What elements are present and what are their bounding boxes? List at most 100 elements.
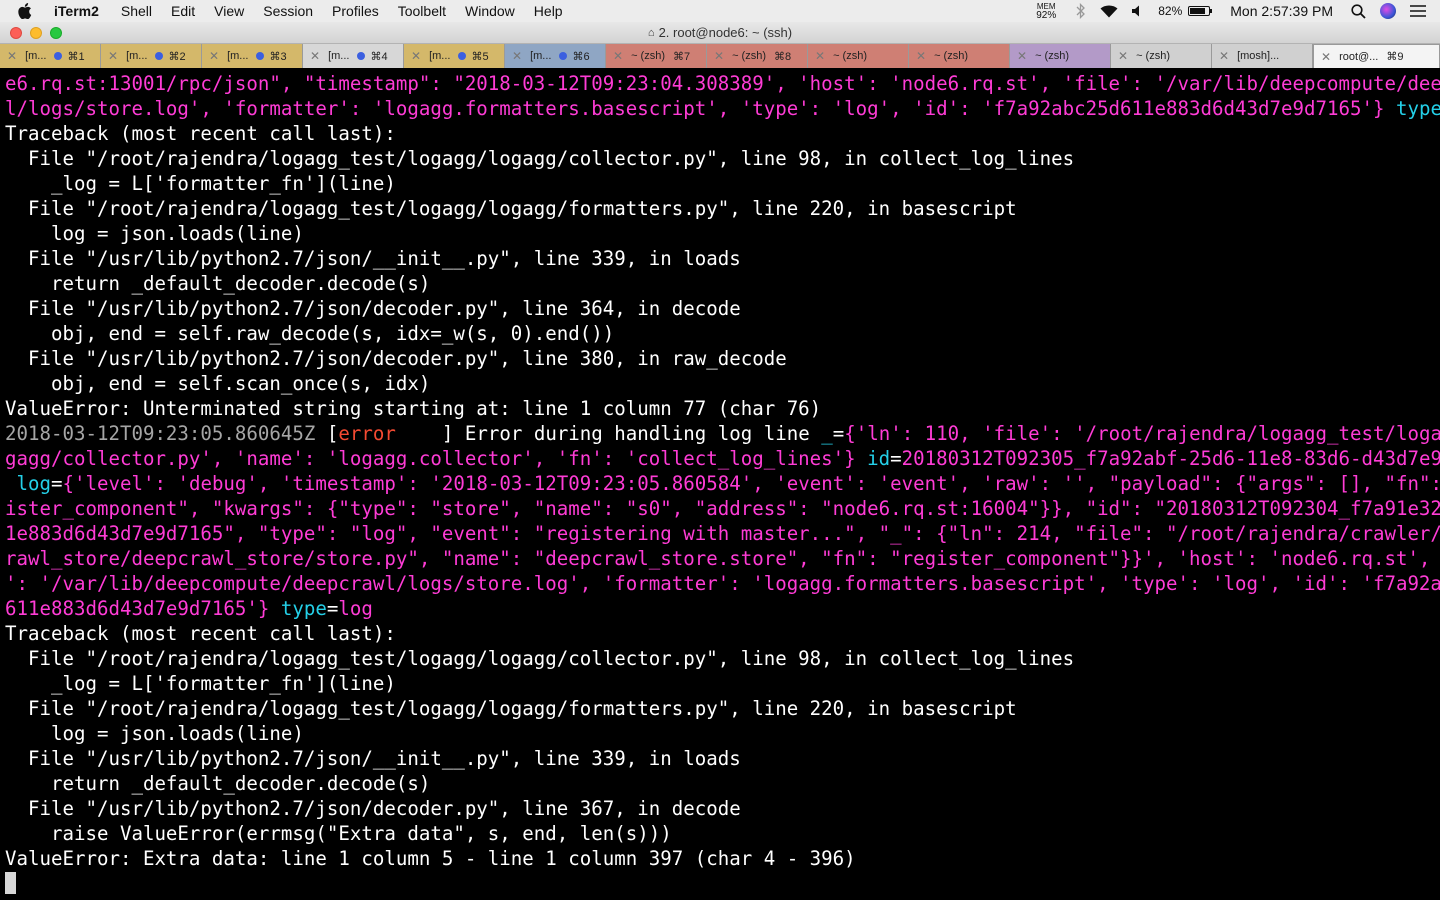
terminal-line: return _default_decoder.decode(s) <box>5 771 1440 796</box>
menu-iterm2[interactable]: iTerm2 <box>54 3 99 19</box>
menu-profiles[interactable]: Profiles <box>332 3 379 19</box>
activity-dot-icon <box>559 52 568 60</box>
close-tab-icon[interactable]: ✕ <box>310 49 320 63</box>
prompt-line[interactable] <box>5 871 1440 896</box>
terminal-line: l/logs/store.log', 'formatter': 'logagg.… <box>5 96 1440 121</box>
close-tab-icon[interactable]: ✕ <box>7 49 17 63</box>
menu-shell[interactable]: Shell <box>121 3 152 19</box>
terminal-text: File "/usr/lib/python2.7/json/decoder.py… <box>5 797 741 820</box>
terminal-line: ': '/var/lib/deepcompute/deepcrawl/logs/… <box>5 571 1440 596</box>
wifi-icon[interactable] <box>1100 4 1118 18</box>
close-tab-icon[interactable]: ✕ <box>613 49 623 63</box>
terminal-text: ': '/var/lib/deepcompute/deepcrawl/logs/… <box>5 572 1440 595</box>
terminal-text: File "/usr/lib/python2.7/json/decoder.py… <box>5 347 787 370</box>
terminal-text: _log = L['formatter_fn'](line) <box>5 672 396 695</box>
minimize-window-button[interactable] <box>30 27 42 39</box>
terminal-text: File "/usr/lib/python2.7/json/__init__.p… <box>5 747 741 770</box>
tab-11[interactable]: ✕ ~ (zsh) <box>1010 44 1111 68</box>
tab-label: [m... <box>328 50 350 62</box>
terminal-line: return _default_decoder.decode(s) <box>5 271 1440 296</box>
terminal-text: log = json.loads(line) <box>5 222 304 245</box>
tab-7[interactable]: ✕ ~ (zsh) ⌘7 <box>606 44 707 68</box>
apple-icon[interactable] <box>18 3 36 19</box>
close-window-button[interactable] <box>10 27 22 39</box>
menu-toolbelt[interactable]: Toolbelt <box>398 3 446 19</box>
tab-4[interactable]: ✕ [m... ⌘4 <box>303 44 404 68</box>
menu-window[interactable]: Window <box>465 3 515 19</box>
tab-6[interactable]: ✕ [m... ⌘6 <box>505 44 606 68</box>
menu-edit[interactable]: Edit <box>171 3 195 19</box>
terminal-text: {'ln': 110, 'file': '/root/rajendra/loga… <box>844 422 1440 445</box>
tab-5[interactable]: ✕ [m... ⌘5 <box>404 44 505 68</box>
tab-label: ~ (zsh) <box>934 50 968 62</box>
terminal-line: raise ValueError(errmsg("Extra data", s,… <box>5 821 1440 846</box>
clock[interactable]: Mon 2:57:39 PM <box>1230 3 1333 19</box>
terminal-line: File "/root/rajendra/logagg_test/logagg/… <box>5 646 1440 671</box>
search-icon[interactable] <box>1351 3 1366 19</box>
close-tab-icon[interactable]: ✕ <box>815 49 825 63</box>
memory-indicator[interactable]: MEM 92% <box>1036 2 1056 21</box>
text-cursor <box>5 872 16 894</box>
menu-help[interactable]: Help <box>534 3 563 19</box>
tab-3[interactable]: ✕ [m... ⌘3 <box>202 44 303 68</box>
terminal-text: File "/root/rajendra/logagg_test/logagg/… <box>5 647 1075 670</box>
close-tab-icon[interactable]: ✕ <box>714 49 724 63</box>
terminal-line: gagg/collector.py', 'name': 'logagg.coll… <box>5 446 1440 471</box>
tab-12[interactable]: ✕ ~ (zsh) <box>1111 44 1212 68</box>
close-tab-icon[interactable]: ✕ <box>209 49 219 63</box>
menu-session[interactable]: Session <box>263 3 313 19</box>
list-icon[interactable] <box>1410 5 1426 17</box>
bluetooth-icon[interactable] <box>1076 3 1086 19</box>
terminal-text: [ <box>315 422 339 445</box>
zoom-window-button[interactable] <box>50 27 62 39</box>
tab-shortcut: ⌘5 <box>471 50 489 63</box>
close-tab-icon[interactable]: ✕ <box>916 49 926 63</box>
terminal-line: rawl_store/deepcrawl_store/store.py", "n… <box>5 546 1440 571</box>
close-tab-icon[interactable]: ✕ <box>1321 50 1331 64</box>
close-tab-icon[interactable]: ✕ <box>1219 49 1229 63</box>
terminal-line: log = json.loads(line) <box>5 721 1440 746</box>
tab-9[interactable]: ✕ ~ (zsh) <box>808 44 909 68</box>
volume-icon[interactable] <box>1132 5 1144 17</box>
terminal-text: id <box>867 447 891 470</box>
tab-shortcut: ⌘3 <box>269 50 287 63</box>
terminal-output[interactable]: e6.rq.st:13001/rpc/json", "timestamp": "… <box>0 70 1440 900</box>
terminal-line: File "/usr/lib/python2.7/json/decoder.py… <box>5 296 1440 321</box>
activity-dot-icon <box>256 52 265 60</box>
tab-2[interactable]: ✕ [m... ⌘2 <box>101 44 202 68</box>
terminal-text: log <box>16 472 52 495</box>
battery-icon[interactable] <box>1188 6 1213 16</box>
siri-icon[interactable] <box>1380 3 1396 19</box>
terminal-line: 2018-03-12T09:23:05.860645Z [error ] Err… <box>5 421 1440 446</box>
tab-8[interactable]: ✕ ~ (zsh) ⌘8 <box>707 44 808 68</box>
close-tab-icon[interactable]: ✕ <box>1017 49 1027 63</box>
status-area: MEM 92% 82% Mon 2:57:39 PM <box>1036 0 1440 22</box>
menu-bar: iTerm2 Shell Edit View Session Profiles … <box>0 0 1440 22</box>
terminal-line: File "/root/rajendra/logagg_test/logagg/… <box>5 196 1440 221</box>
tab-14[interactable]: ✕ root@... ⌘9 <box>1313 44 1440 68</box>
terminal-text: _ <box>821 422 833 445</box>
close-tab-icon[interactable]: ✕ <box>512 49 522 63</box>
menu-view[interactable]: View <box>214 3 244 19</box>
close-tab-icon[interactable]: ✕ <box>1118 49 1128 63</box>
terminal-text: File "/root/rajendra/logagg_test/logagg/… <box>5 697 1017 720</box>
terminal-text: raise ValueError(errmsg("Extra data", s,… <box>5 822 672 845</box>
tab-13[interactable]: ✕ [mosh]... <box>1212 44 1313 68</box>
terminal-line: ValueError: Extra data: line 1 column 5 … <box>5 846 1440 871</box>
terminal-text: type <box>1395 97 1440 120</box>
terminal-line: File "/usr/lib/python2.7/json/decoder.py… <box>5 346 1440 371</box>
terminal-text: obj, end = self.scan_once(s, idx) <box>5 372 431 395</box>
terminal-line: e6.rq.st:13001/rpc/json", "timestamp": "… <box>5 71 1440 96</box>
terminal-text: rawl_store/deepcrawl_store/store.py", "n… <box>5 547 1440 570</box>
close-tab-icon[interactable]: ✕ <box>108 49 118 63</box>
tab-1[interactable]: ✕ [m... ⌘1 <box>0 44 101 68</box>
tab-10[interactable]: ✕ ~ (zsh) <box>909 44 1010 68</box>
tab-shortcut: ⌘9 <box>1386 51 1404 63</box>
tab-shortcut: ⌘2 <box>168 50 186 63</box>
terminal-text: Traceback (most recent call last): <box>5 122 396 145</box>
close-tab-icon[interactable]: ✕ <box>411 49 421 63</box>
tab-label: ~ (zsh) <box>1035 50 1069 62</box>
